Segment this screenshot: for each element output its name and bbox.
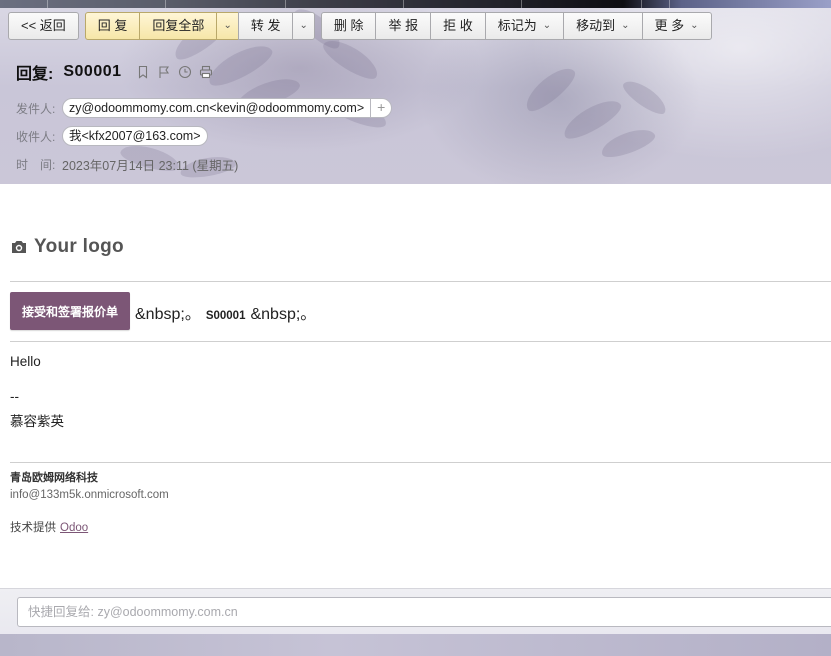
chevron-down-icon: ⌄ xyxy=(621,20,630,31)
reject-button[interactable]: 拒 收 xyxy=(430,12,486,40)
nbsp-text-after: &nbsp;。 xyxy=(250,306,317,323)
delete-button[interactable]: 删 除 xyxy=(320,12,377,40)
order-reference: S00001 xyxy=(205,310,246,322)
move-to-label: 移动到 xyxy=(576,18,616,33)
recipient-chip[interactable]: 我<kfx2007@163.com> xyxy=(62,126,208,146)
time-row: 时 间: 2023年07月14日 23:11 (星期五) xyxy=(16,153,238,175)
to-row: 收件人: 我<kfx2007@163.com> xyxy=(16,125,208,147)
forward-dropdown[interactable]: ⌄ xyxy=(292,12,315,40)
add-contact-button[interactable]: + xyxy=(370,98,393,118)
greeting-text: Hello xyxy=(10,354,41,369)
bookmark-icon[interactable] xyxy=(136,65,151,80)
company-email: info@133m5k.onmicrosoft.com xyxy=(10,489,169,501)
clock-icon[interactable] xyxy=(178,65,193,80)
flag-icon[interactable] xyxy=(157,65,172,80)
title-prefix: 回复: xyxy=(16,66,54,83)
signature-name: 慕容紫英 xyxy=(10,414,64,429)
from-label: 发件人: xyxy=(16,101,56,116)
mail-toolbar: << 返回 回 复 回复全部 ⌄ 转 发 ⌄ 删 除 举 报 拒 收 标记为 ⌄ … xyxy=(8,12,716,40)
company-name: 青岛欧姆网络科技 xyxy=(10,472,98,484)
more-button[interactable]: 更 多 ⌄ xyxy=(641,12,712,40)
divider xyxy=(10,281,831,282)
from-row: 发件人: zy@odoommomy.com.cn<kevin@odoommomy… xyxy=(16,97,393,119)
quote-reference-line: &nbsp;。 S00001 &nbsp;。 xyxy=(135,300,316,324)
logo-text: Your logo xyxy=(34,236,124,257)
forward-button[interactable]: 转 发 xyxy=(237,12,294,40)
camera-icon xyxy=(12,241,26,253)
chevron-down-icon: ⌄ xyxy=(542,20,552,31)
divider xyxy=(10,341,831,342)
quick-reply-input[interactable] xyxy=(17,597,831,627)
chevron-down-icon: ⌄ xyxy=(299,20,308,31)
time-value: 2023年07月14日 23:11 (星期五) xyxy=(62,158,239,173)
report-button[interactable]: 举 报 xyxy=(375,12,432,40)
mail-title-row: 回复: S00001 xyxy=(16,60,214,84)
chevron-down-icon: ⌄ xyxy=(690,20,699,31)
time-label: 时 间: xyxy=(16,157,56,172)
move-to-button[interactable]: 移动到 ⌄ xyxy=(563,12,643,40)
mail-subject: S00001 xyxy=(63,63,122,80)
mark-as-label: 标记为 xyxy=(497,18,537,33)
window-top-strip xyxy=(0,0,831,8)
more-label: 更 多 xyxy=(654,18,685,33)
reply-all-button[interactable]: 回复全部 xyxy=(139,12,218,40)
chevron-down-icon: ⌄ xyxy=(223,20,232,31)
back-button[interactable]: << 返回 xyxy=(8,12,79,40)
powered-by-label: 技术提供 xyxy=(10,522,56,534)
signature-separator: -- xyxy=(10,389,19,404)
reply-button[interactable]: 回 复 xyxy=(84,12,141,40)
print-icon[interactable] xyxy=(199,65,214,80)
mark-as-button[interactable]: 标记为 ⌄ xyxy=(484,12,565,40)
accept-and-sign-quote-button[interactable]: 接受和签署报价单 xyxy=(10,292,130,330)
company-logo: Your logo xyxy=(10,236,124,258)
divider xyxy=(10,462,831,463)
odoo-link[interactable]: Odoo xyxy=(60,522,88,534)
powered-by: 技术提供 Odoo xyxy=(10,519,88,535)
to-label: 收件人: xyxy=(16,129,56,144)
footer-background xyxy=(0,634,831,656)
reply-all-dropdown[interactable]: ⌄ xyxy=(216,12,239,40)
sender-chip[interactable]: zy@odoommomy.com.cn<kevin@odoommomy.com> xyxy=(62,98,372,118)
nbsp-text-before: &nbsp;。 xyxy=(135,306,201,323)
